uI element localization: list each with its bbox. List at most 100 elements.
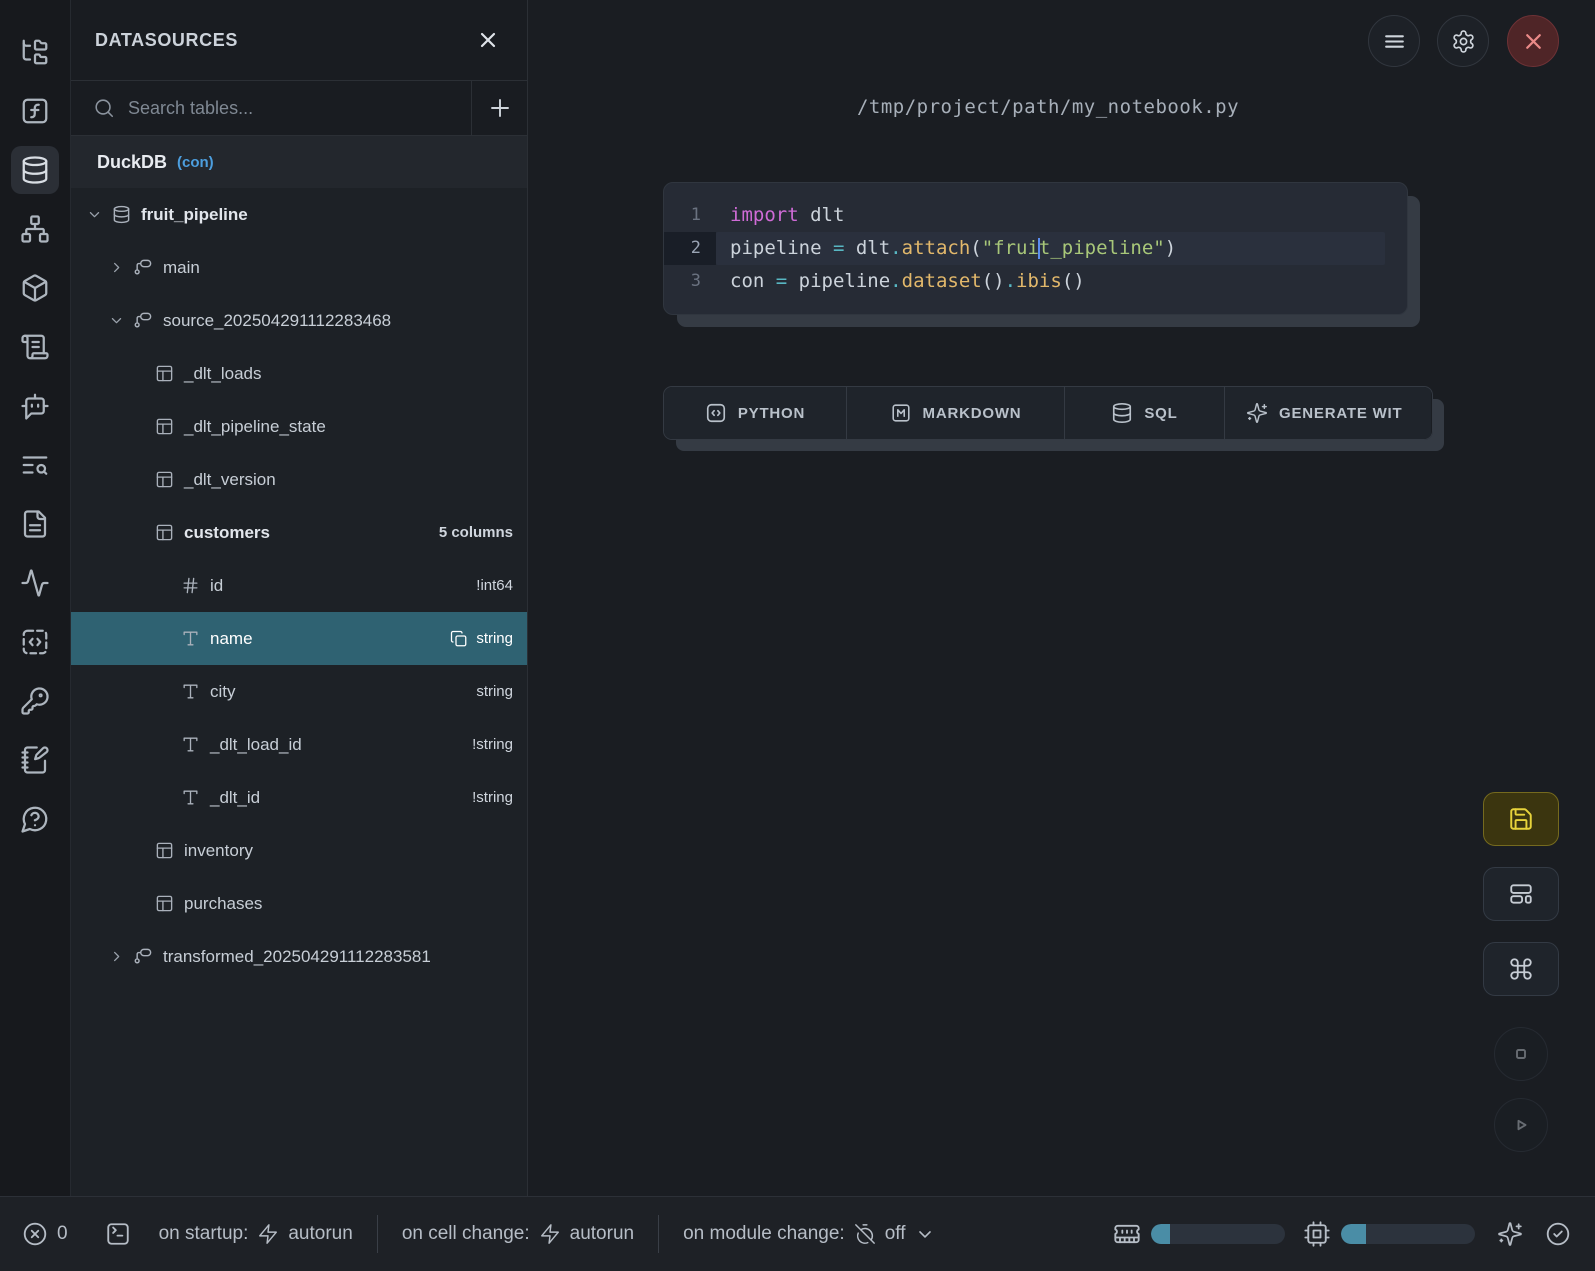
cpu-icon xyxy=(1303,1220,1331,1248)
button-label: PYTHON xyxy=(738,405,805,422)
circle-check-icon[interactable] xyxy=(1545,1221,1571,1247)
rail-item-tracing[interactable] xyxy=(11,559,59,607)
save-button[interactable] xyxy=(1483,792,1559,846)
add-markdown-button[interactable]: MARKDOWN xyxy=(846,387,1064,439)
database-icon xyxy=(1111,402,1133,424)
code-text: pipeline = dlt.attach("fruit_pipeline") xyxy=(716,232,1385,265)
errors-icon[interactable] xyxy=(22,1221,48,1247)
timer-off-icon xyxy=(854,1223,876,1245)
settings-button[interactable] xyxy=(1437,15,1489,67)
rail-item-chat[interactable] xyxy=(11,382,59,430)
connection-duckdb[interactable]: DuckDB (con) xyxy=(71,136,527,188)
line-number: 2 xyxy=(664,232,716,265)
type-icon xyxy=(181,788,201,807)
square-code-icon xyxy=(705,402,727,424)
search-input[interactable] xyxy=(128,98,471,119)
sparkles-icon[interactable] xyxy=(1497,1221,1523,1247)
tree-row-dlt_version[interactable]: _dlt_version xyxy=(71,453,527,506)
tree-row-col-city[interactable]: citystring xyxy=(71,665,527,718)
tree-label: transformed_202504291112283581 xyxy=(163,947,431,967)
ram-usage-bar xyxy=(1151,1224,1285,1244)
code-cell[interactable]: 1import dlt2pipeline = dlt.attach("fruit… xyxy=(663,182,1408,315)
terminal-icon[interactable] xyxy=(105,1221,131,1247)
rail-item-snippets[interactable] xyxy=(11,500,59,548)
hash-icon xyxy=(181,576,201,595)
rail-item-functions[interactable] xyxy=(11,87,59,135)
rail-item-documentation[interactable] xyxy=(11,736,59,784)
copy-icon[interactable] xyxy=(450,630,468,648)
chevron-right-icon xyxy=(109,949,125,964)
tree-row-col-id[interactable]: id!int64 xyxy=(71,559,527,612)
add-python-button[interactable]: PYTHON xyxy=(664,387,846,439)
rail-item-search-logs[interactable] xyxy=(11,441,59,489)
schema-icon xyxy=(134,947,154,966)
table-icon xyxy=(155,894,175,913)
sparkles-icon xyxy=(1246,402,1268,424)
search-icon xyxy=(93,97,115,119)
notebook-file-path[interactable]: /tmp/project/path/my_notebook.py xyxy=(528,96,1568,118)
menu-button[interactable] xyxy=(1368,15,1420,67)
tree-row-col-dlt-id[interactable]: _dlt_id!string xyxy=(71,771,527,824)
database-icon xyxy=(112,205,132,224)
stop-square-icon xyxy=(1509,1042,1533,1066)
top-region: DATASOURCES DuckDB (con) fruit_pipelinem… xyxy=(0,0,1595,1196)
tree-row-meta: !string xyxy=(472,789,513,806)
tree-row-dlt_loads[interactable]: _dlt_loads xyxy=(71,347,527,400)
add-generate-button[interactable]: GENERATE WIT xyxy=(1224,387,1431,439)
status-item-value: autorun xyxy=(570,1223,634,1245)
tree-row-meta: 5 columns xyxy=(439,524,513,541)
play-icon xyxy=(1509,1113,1533,1137)
tree-row-customers[interactable]: customers5 columns xyxy=(71,506,527,559)
status-item-value: autorun xyxy=(288,1223,352,1245)
panel-title: DATASOURCES xyxy=(95,30,473,51)
status-item-on-module-change[interactable]: on module change:off xyxy=(683,1223,934,1245)
code-line-3: 3con = pipeline.dataset().ibis() xyxy=(664,265,1407,298)
code-text: import dlt xyxy=(716,199,1407,232)
close-icon[interactable] xyxy=(473,25,503,55)
tree-row-col-name[interactable]: namestring xyxy=(71,612,527,665)
table-icon xyxy=(155,470,175,489)
rail-item-help[interactable] xyxy=(11,795,59,843)
status-right xyxy=(1113,1220,1571,1248)
rail-item-datasources[interactable] xyxy=(11,146,59,194)
type-icon xyxy=(181,682,201,701)
tree-label: _dlt_pipeline_state xyxy=(184,417,326,437)
tree-row-source_202504291112283468[interactable]: source_202504291112283468 xyxy=(71,294,527,347)
status-item-on-cell-change[interactable]: on cell change:autorun xyxy=(402,1223,634,1245)
layout-button[interactable] xyxy=(1483,867,1559,921)
add-cell-buttons: PYTHON MARKDOWN SQL GENERATE WIT xyxy=(663,386,1433,440)
status-item-on-startup[interactable]: on startup:autorun xyxy=(159,1223,353,1245)
button-label: SQL xyxy=(1144,405,1177,422)
tree-row-meta: string xyxy=(476,683,513,700)
tree-row-dlt_pipeline_state[interactable]: _dlt_pipeline_state xyxy=(71,400,527,453)
rail-item-scratchpad[interactable] xyxy=(11,618,59,666)
tree-row-transformed_202504291112283581[interactable]: transformed_202504291112283581 xyxy=(71,930,527,983)
rail-item-packages[interactable] xyxy=(11,264,59,312)
tree-row-col-dlt-load-id[interactable]: _dlt_load_id!string xyxy=(71,718,527,771)
command-icon xyxy=(1508,956,1534,982)
memory-icon xyxy=(1113,1220,1141,1248)
rail-item-logs[interactable] xyxy=(11,323,59,371)
command-palette-button[interactable] xyxy=(1483,942,1559,996)
status-divider xyxy=(658,1215,659,1253)
rail-item-secrets[interactable] xyxy=(11,677,59,725)
tree-row-fruit_pipeline[interactable]: fruit_pipeline xyxy=(71,188,527,241)
tree-row-inventory[interactable]: inventory xyxy=(71,824,527,877)
stop-button[interactable] xyxy=(1494,1027,1548,1081)
tree-row-purchases[interactable]: purchases xyxy=(71,877,527,930)
activity-rail xyxy=(0,0,71,1196)
run-button[interactable] xyxy=(1494,1098,1548,1152)
add-sql-button[interactable]: SQL xyxy=(1064,387,1224,439)
tree-label: name xyxy=(210,629,253,649)
status-divider xyxy=(377,1215,378,1253)
connection-name: DuckDB xyxy=(97,152,167,173)
add-datasource-button[interactable] xyxy=(471,81,527,135)
search-row xyxy=(71,81,527,136)
tree-label: main xyxy=(163,258,200,278)
rail-item-dependencies[interactable] xyxy=(11,205,59,253)
editor-area: /tmp/project/path/my_notebook.py 1import… xyxy=(528,0,1595,1196)
tree-row-main[interactable]: main xyxy=(71,241,527,294)
button-label: GENERATE WIT xyxy=(1279,405,1402,422)
close-app-button[interactable] xyxy=(1507,15,1559,67)
rail-item-file-tree[interactable] xyxy=(11,28,59,76)
